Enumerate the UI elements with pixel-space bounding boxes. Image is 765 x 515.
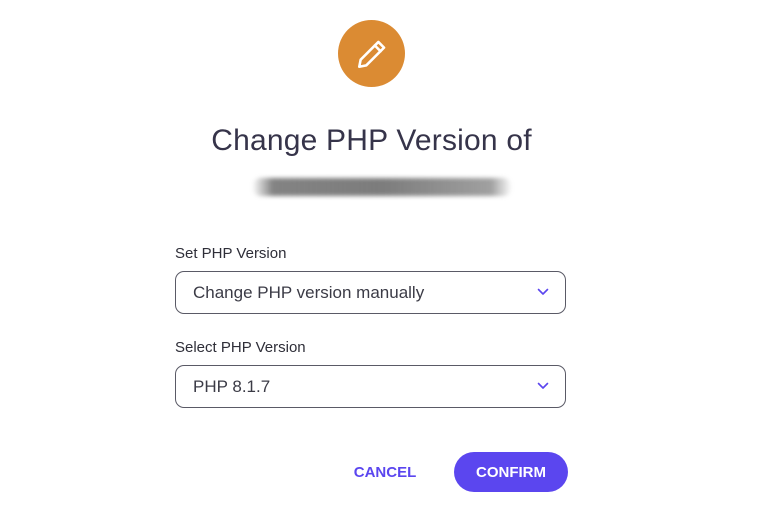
chevron-down-icon (537, 288, 549, 295)
select-php-version-value: PHP 8.1.7 (193, 377, 271, 396)
redacted-site-name (252, 178, 512, 196)
chevron-down-icon (537, 382, 549, 389)
set-php-version-label: Set PHP Version (175, 245, 287, 262)
set-php-version-select[interactable]: Change PHP version manually (175, 271, 566, 314)
dialog-title: Change PHP Version of (211, 124, 532, 157)
cancel-button[interactable]: CANCEL (343, 452, 427, 492)
pencil-icon (357, 40, 385, 68)
set-php-version-value: Change PHP version manually (193, 283, 425, 302)
select-php-version-select[interactable]: PHP 8.1.7 (175, 365, 566, 408)
confirm-button[interactable]: CONFIRM (454, 452, 568, 492)
header-icon-circle (338, 20, 405, 87)
select-php-version-label: Select PHP Version (175, 339, 306, 356)
